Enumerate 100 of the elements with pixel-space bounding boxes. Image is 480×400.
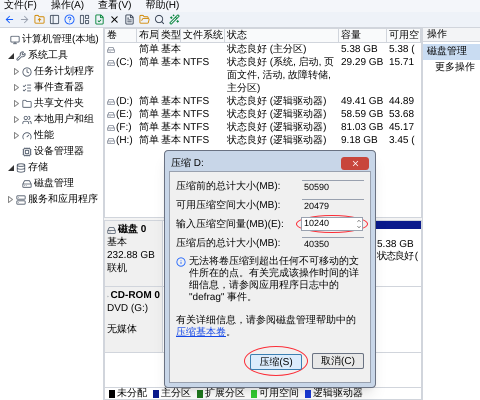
table-cell: 9.18 GB (341, 134, 378, 147)
wand-icon[interactable] (169, 14, 180, 25)
tree-item[interactable]: 事件查看器 (34, 82, 84, 92)
panel-icon[interactable] (49, 14, 60, 25)
expanded-triangle-icon[interactable] (8, 52, 14, 58)
drive-icon (107, 124, 115, 132)
table-cell: 45.17 (389, 121, 414, 134)
collapsed-triangle-icon[interactable] (14, 100, 19, 107)
tree-item[interactable]: 性能 (34, 130, 54, 140)
help-icon[interactable] (64, 14, 75, 25)
spin-field[interactable]: 10240 (301, 217, 363, 231)
column-header[interactable]: 布局 (137, 29, 159, 42)
collapsed-triangle-icon[interactable] (14, 84, 19, 91)
tree-item[interactable]: 系统工具 (28, 50, 68, 60)
search-icon[interactable] (154, 14, 165, 25)
database-icon (16, 162, 26, 172)
disk-info: 联机 (107, 263, 128, 275)
legend-label: 可用空间 (259, 388, 299, 398)
folder-icon (22, 98, 32, 108)
clock-icon (22, 66, 32, 76)
field-label: 压缩后的总计大小(MB): (176, 236, 280, 250)
menu-item[interactable]: 查看(V) (98, 1, 132, 11)
table-cell: 基本 (161, 43, 181, 56)
table-cell: 简单 (139, 43, 159, 56)
collapsed-triangle-icon[interactable] (8, 196, 13, 203)
tree-item[interactable]: 磁盘管理 (34, 178, 74, 188)
table-cell: 29.29 GB (341, 56, 384, 69)
drive-icon (107, 46, 115, 54)
document-icon[interactable] (124, 14, 135, 25)
column-header[interactable]: 状态 (225, 29, 339, 42)
disk-info: DVD (G:) (107, 303, 150, 315)
hard-drive-icon (22, 178, 32, 188)
chip-icon (22, 146, 32, 156)
tree-item[interactable]: 设备管理器 (34, 146, 84, 156)
table-cell: 44.89 (389, 95, 414, 108)
expanded-triangle-icon[interactable] (8, 164, 14, 170)
legend-label: 逻辑驱动器 (313, 388, 363, 398)
table-cell: 简单 (139, 108, 159, 121)
action-item[interactable]: 更多操作 (423, 60, 480, 76)
legend-label: 扩展分区 (205, 388, 245, 398)
collapsed-triangle-icon[interactable] (14, 116, 19, 123)
table-cell: 基本 (161, 56, 181, 69)
tree-item[interactable]: 本地用户和组 (34, 114, 94, 124)
disk-name: 磁盘 0 (118, 224, 146, 236)
table-cell: 49.41 GB (341, 95, 384, 108)
field-label: 可用压缩空间大小(MB): (176, 198, 280, 212)
help-link[interactable]: 压缩基本卷 (176, 327, 226, 338)
drive-icon (107, 111, 115, 119)
partition-size: 5.38 GB (376, 239, 415, 250)
table-cell: 简单 (139, 95, 159, 108)
tree-item[interactable]: 任务计划程序 (34, 66, 94, 76)
menu-item[interactable]: 操作(A) (50, 1, 84, 11)
table-cell: 基本 (161, 134, 181, 147)
info-text: 无法将卷压缩到超出任何不可移动的文件所在的点。有关完成该操作时间的详细信息，请参阅应用程序日志中的 "defrag" 事件。 (189, 256, 360, 304)
close-icon[interactable] (109, 14, 120, 25)
folder-up-icon[interactable] (34, 14, 45, 25)
column-header[interactable]: 容量 (339, 29, 387, 42)
users-icon (22, 114, 32, 124)
disk-info: 232.88 GB (107, 250, 156, 262)
column-header[interactable]: 卷 (105, 29, 137, 42)
spin-down-icon[interactable] (356, 224, 362, 230)
actions-section[interactable]: 磁盘管理 (423, 44, 480, 60)
back-arrow-icon[interactable] (4, 14, 15, 25)
table-cell: NTFS (183, 108, 210, 121)
close-button[interactable] (341, 156, 369, 170)
table-cell: 简单 (139, 121, 159, 134)
list-icon (22, 82, 32, 92)
forward-arrow-icon[interactable] (19, 14, 30, 25)
panel-icon[interactable] (79, 14, 90, 25)
dialog-button[interactable]: 取消(C) (312, 353, 364, 369)
menu-item[interactable]: 帮助(H) (145, 1, 180, 11)
table-cell: 基本 (161, 95, 181, 108)
table-cell: (D:) (116, 95, 133, 108)
tree-item[interactable]: 存储 (28, 162, 48, 172)
table-cell: 81.03 GB (341, 121, 384, 134)
disk-name: CD-ROM 0 (110, 290, 160, 302)
close-icon (350, 158, 360, 168)
collapsed-triangle-icon[interactable] (14, 68, 19, 75)
dialog-button[interactable]: 压缩(S) (250, 354, 302, 370)
folder-icon[interactable] (139, 14, 150, 25)
table-cell-text: 状态良好 (系统, 启动, 页面文件, 活动, 故障转储, 主分区) (227, 56, 336, 95)
document-check-icon[interactable] (94, 14, 105, 25)
spin-up-icon[interactable] (356, 218, 362, 224)
actions-header: 操作 (423, 28, 480, 42)
column-header[interactable]: 可用空 (387, 29, 421, 42)
tree-item[interactable]: 服务和应用程序 (28, 194, 98, 204)
table-cell: 5.38 GB (341, 43, 378, 56)
table-cell: (E:) (116, 108, 132, 121)
column-header[interactable]: 文件系统 (181, 29, 225, 42)
table-cell: (C:) (116, 56, 133, 69)
server-icon (16, 194, 26, 204)
spin-value: 10240 (304, 217, 330, 230)
tree-item[interactable]: 计算机管理(本地) (22, 34, 99, 44)
tree-item[interactable]: 共享文件夹 (34, 98, 84, 108)
table-cell: 基本 (161, 108, 181, 121)
table-cell: 15.71 (389, 56, 414, 69)
info-icon (176, 257, 186, 267)
gauge-icon (22, 130, 32, 140)
table-cell: 53.68 (389, 108, 414, 121)
collapsed-triangle-icon[interactable] (14, 132, 19, 139)
